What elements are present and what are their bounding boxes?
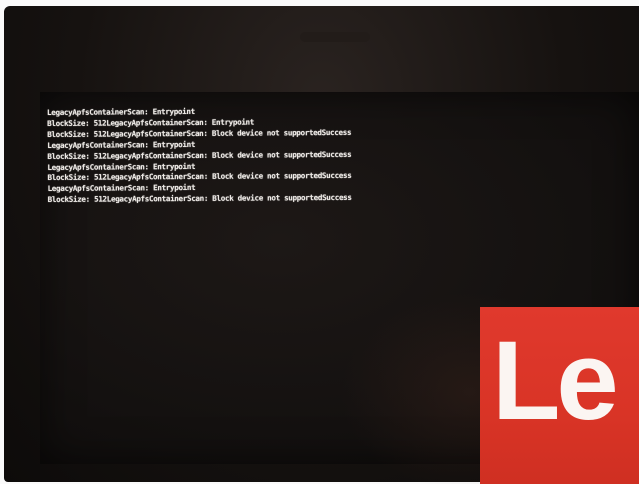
boot-console-log: LegacyApfsContainerScan: Entrypoint Bloc…	[47, 105, 528, 207]
webcam-icon	[300, 32, 370, 42]
laptop-photo: LegacyApfsContainerScan: Entrypoint Bloc…	[0, 0, 639, 484]
logo-text: Le	[492, 318, 619, 443]
lenovo-logo: Le	[480, 307, 639, 484]
